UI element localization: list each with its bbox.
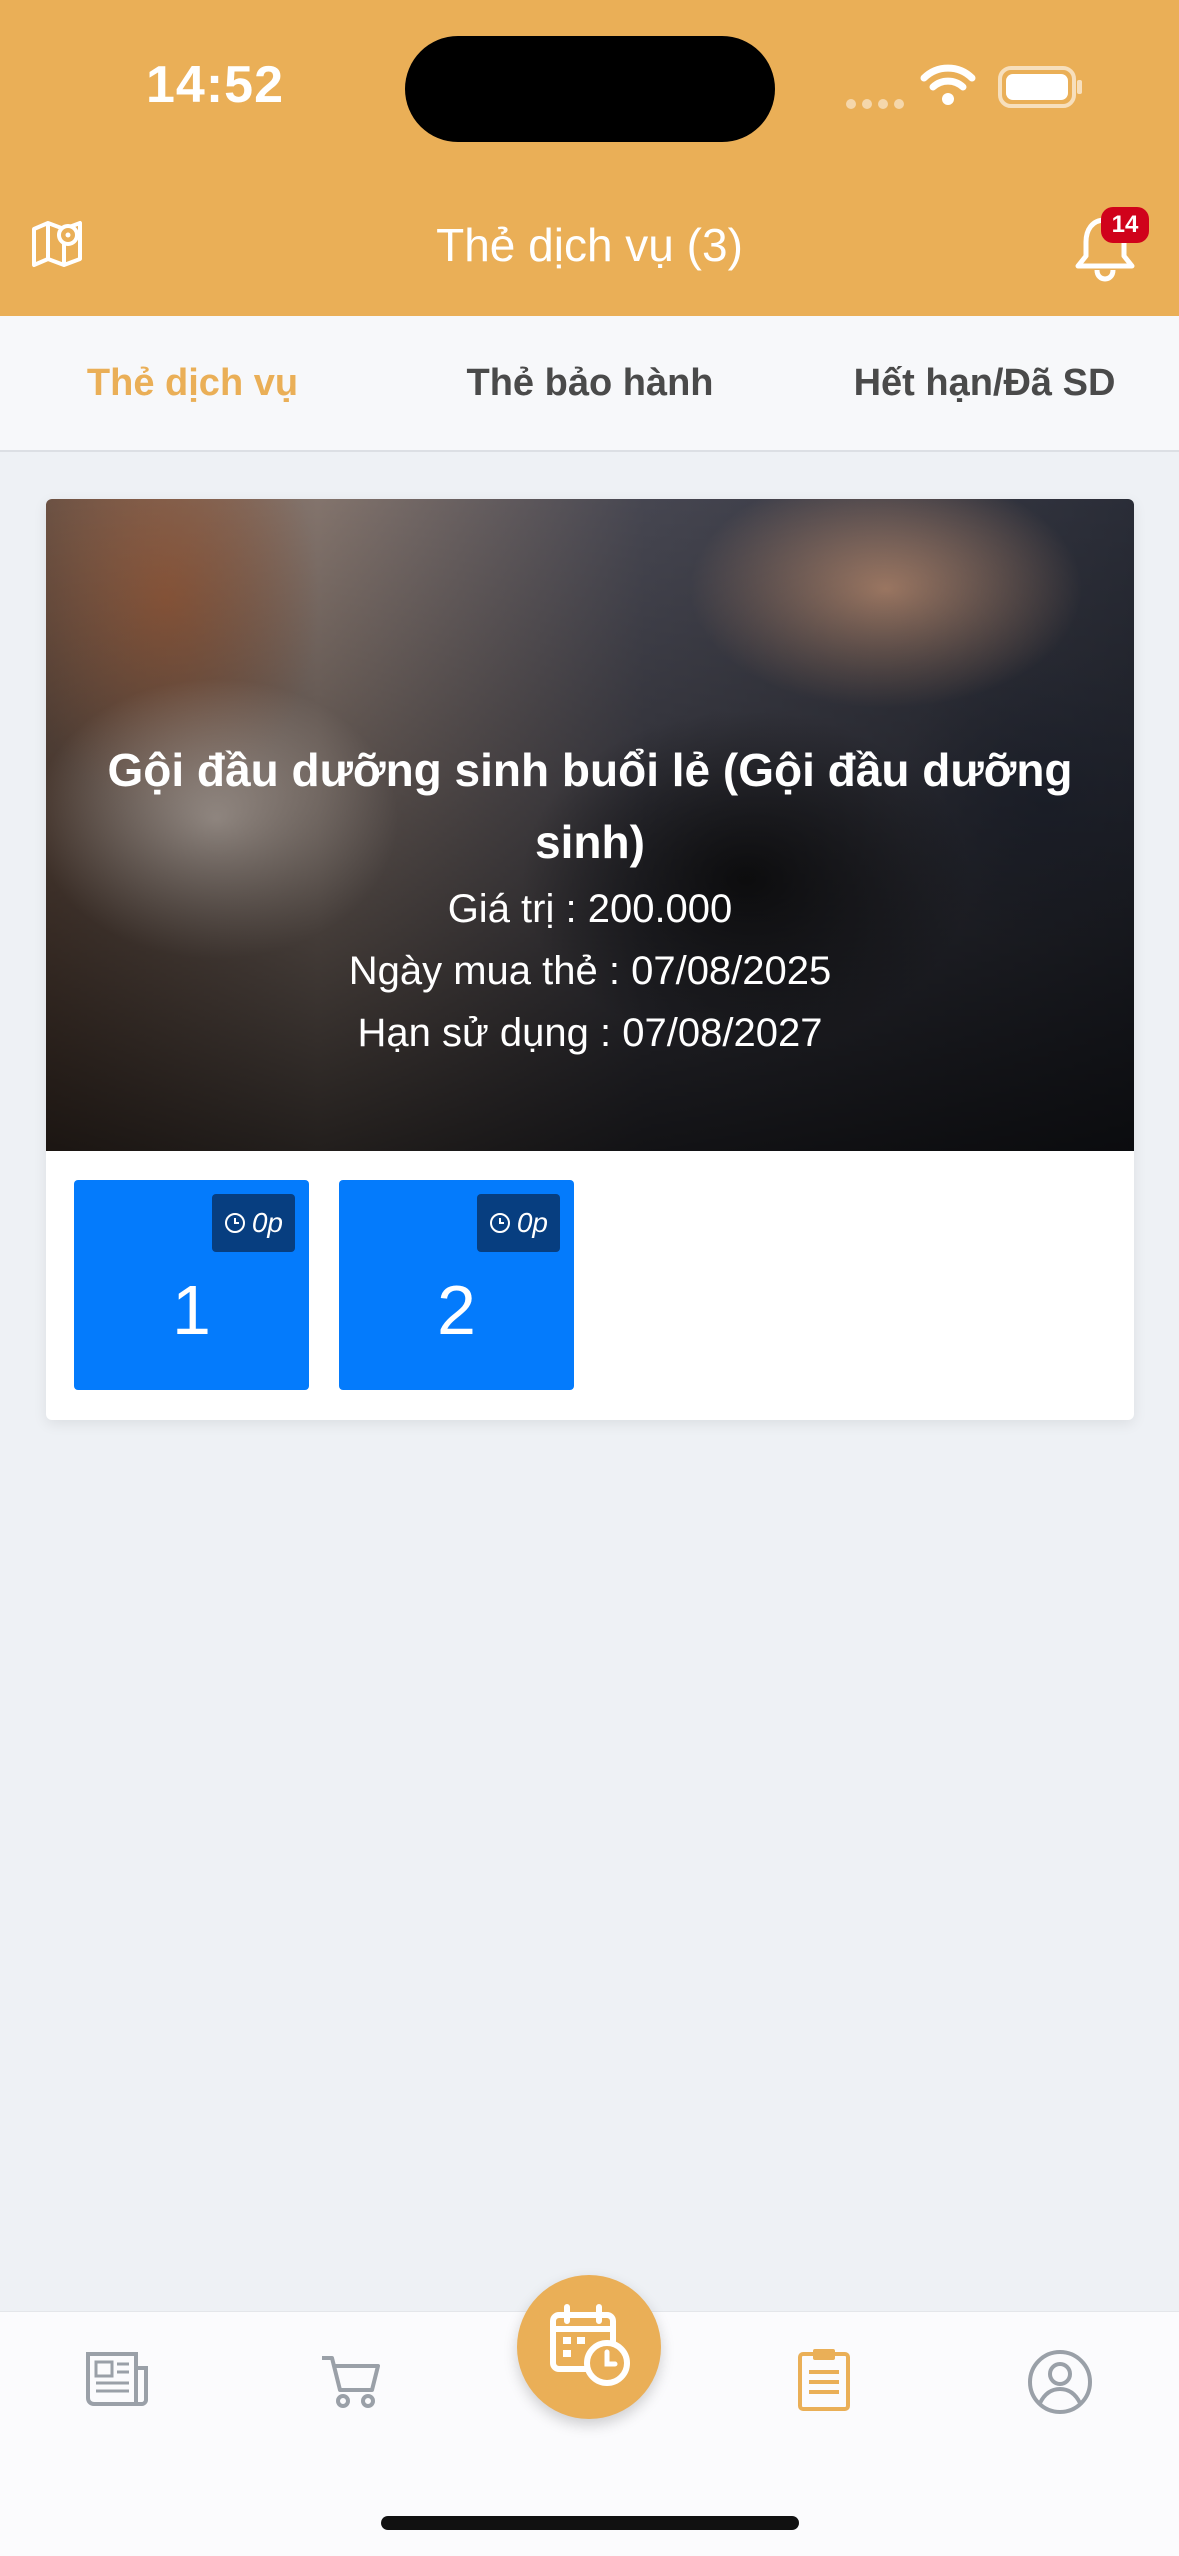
- dynamic-island: [405, 36, 775, 142]
- card-title: Gội đầu dưỡng sinh buổi lẻ (Gội đầu dưỡn…: [107, 744, 1073, 868]
- wifi-icon: [920, 64, 976, 105]
- card-purchase-date: Ngày mua thẻ : 07/08/2025: [348, 949, 832, 993]
- session-number: 1: [172, 1271, 211, 1349]
- card-info: Gội đầu dưỡng sinh buổi lẻ (Gội đầu dưỡn…: [86, 734, 1094, 1064]
- card-expiry-date: Hạn sử dụng : 07/08/2027: [357, 1011, 823, 1055]
- booking-fab[interactable]: [517, 2275, 661, 2419]
- user-circle-icon[interactable]: [1027, 2349, 1093, 2415]
- battery-icon: [998, 66, 1082, 108]
- clock-icon: [224, 1213, 245, 1233]
- tab-bar: Thẻ dịch vụ Thẻ bảo hành Hết hạn/Đã SD: [0, 316, 1179, 452]
- page-title: Thẻ dịch vụ (3): [436, 219, 743, 271]
- home-indicator: [381, 2516, 799, 2530]
- tab-warranty-cards[interactable]: Thẻ bảo hành: [395, 316, 785, 450]
- app-header: 14:52 Thẻ dịch vụ (3) 14: [0, 0, 1179, 316]
- session-duration-label: 0p: [516, 1207, 548, 1238]
- session-duration: 0p: [476, 1194, 560, 1252]
- status-time: 14:52: [146, 56, 284, 114]
- cart-icon[interactable]: [320, 2352, 382, 2410]
- session-duration: 0p: [211, 1194, 295, 1252]
- session-duration-label: 0p: [251, 1207, 283, 1238]
- clock-icon: [489, 1213, 510, 1233]
- notification-badge: 14: [1101, 207, 1149, 243]
- tab-service-cards[interactable]: Thẻ dịch vụ: [0, 316, 385, 450]
- card-value: Giá trị : 200.000: [447, 887, 733, 931]
- session-tile[interactable]: 0p 2: [339, 1180, 574, 1390]
- tab-expired-used[interactable]: Hết hạn/Đã SD: [790, 316, 1179, 450]
- cellular-signal-icon: [846, 96, 910, 114]
- clipboard-icon[interactable]: [797, 2346, 851, 2412]
- newspaper-icon[interactable]: [84, 2350, 150, 2408]
- session-tile[interactable]: 0p 1: [74, 1180, 309, 1390]
- calendar-clock-icon: [550, 2304, 630, 2386]
- session-number: 2: [437, 1271, 476, 1349]
- service-card[interactable]: Gội đầu dưỡng sinh buổi lẻ (Gội đầu dưỡn…: [46, 499, 1134, 1420]
